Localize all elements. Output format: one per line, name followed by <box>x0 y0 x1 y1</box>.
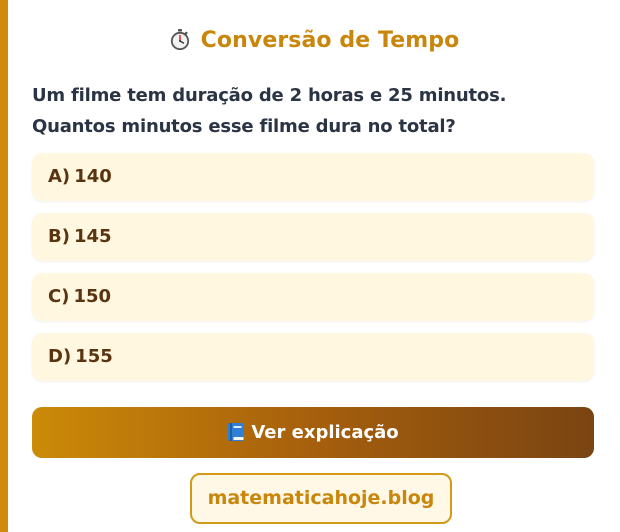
option-value: 150 <box>73 286 112 307</box>
answer-options: A) 140 B) 145 C) 150 D) 155 <box>32 153 594 393</box>
quiz-title-text: Conversão de Tempo <box>200 28 460 53</box>
show-explanation-button[interactable]: Ver explicação <box>32 407 594 458</box>
option-value: 140 <box>74 166 112 187</box>
question-text: Um filme tem duração de 2 horas e 25 min… <box>32 80 592 142</box>
show-explanation-label: Ver explicação <box>251 422 399 443</box>
book-icon <box>227 411 245 441</box>
option-d[interactable]: D) 155 <box>32 333 594 381</box>
site-link[interactable]: matematicahoje.blog <box>190 473 452 524</box>
option-c[interactable]: C) 150 <box>32 273 594 321</box>
option-a[interactable]: A) 140 <box>32 153 594 201</box>
option-value: 155 <box>75 346 113 367</box>
option-letter: C) <box>48 286 70 307</box>
option-letter: B) <box>48 226 70 247</box>
option-letter: D) <box>48 346 72 367</box>
question-line-2: Quantos minutos esse filme dura no total… <box>32 116 456 137</box>
quiz-title: Conversão de Tempo <box>8 28 620 53</box>
stopwatch-icon <box>169 28 191 51</box>
option-b[interactable]: B) 145 <box>32 213 594 261</box>
quiz-card: Conversão de Tempo Um filme tem duração … <box>0 0 620 532</box>
option-letter: A) <box>48 166 71 187</box>
option-value: 145 <box>73 226 112 247</box>
question-line-1: Um filme tem duração de 2 horas e 25 min… <box>32 85 507 106</box>
